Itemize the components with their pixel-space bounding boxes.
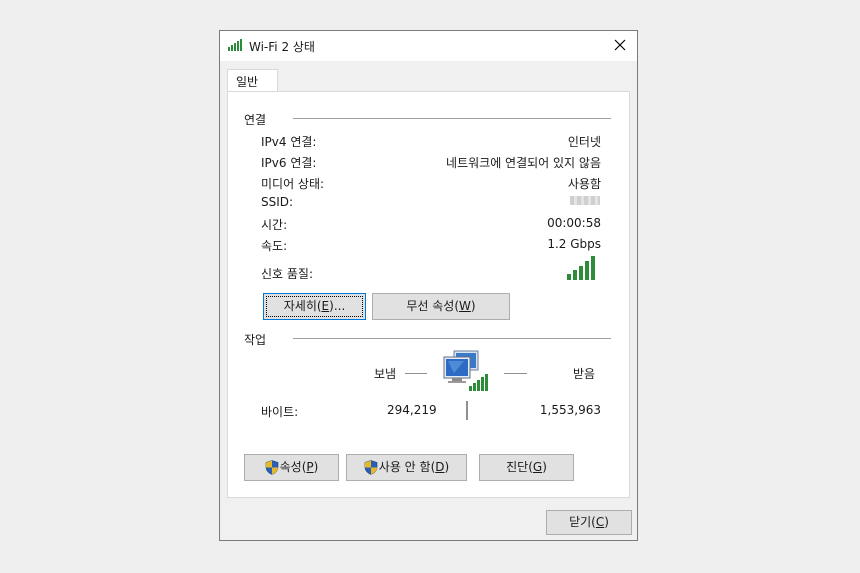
received-label: 받음 [573,367,596,381]
media-state-value: 사용함 [567,177,601,191]
connection-divider [293,118,611,119]
diagnose-button[interactable]: 진단(G) [479,454,574,481]
duration-value: 00:00:58 [547,216,601,230]
received-line [504,373,527,374]
bytes-divider [466,401,468,420]
ipv6-label: IPv6 연결: [261,156,317,170]
ipv4-label: IPv4 연결: [261,135,317,149]
disable-button[interactable]: 사용 안 함(D) [346,454,467,481]
bytes-received-value: 1,553,963 [539,403,601,417]
ipv4-value: 인터넷 [567,135,601,149]
speed-value: 1.2 Gbps [547,237,601,251]
signal-strength-icon [567,256,595,280]
tab-general-label: 일반 [236,75,259,89]
duration-label: 시간: [261,218,288,232]
close-window-button[interactable] [603,31,637,61]
tab-general[interactable]: 일반 [227,69,278,92]
properties-button[interactable]: 속성(P) [244,454,339,481]
bytes-label: 바이트: [261,405,299,419]
activity-divider [293,338,611,339]
window-title: Wi-Fi 2 상태 [249,40,315,54]
network-computers-icon [443,350,488,391]
ssid-label: SSID: [261,195,294,209]
wifi-status-dialog: Wi-Fi 2 상태 일반 연결 IPv4 연결: 인터넷 IPv6 연결: 네… [219,30,638,541]
ipv6-value: 네트워크에 연결되어 있지 않음 [446,156,601,170]
ssid-value-redacted [570,196,600,205]
close-button[interactable]: 닫기(C) [546,510,632,535]
connection-heading: 연결 [244,113,267,127]
details-button[interactable]: 자세히(E)... [263,293,366,320]
signal-quality-label: 신호 품질: [261,267,314,281]
bytes-sent-value: 294,219 [387,403,437,417]
general-panel: 연결 IPv4 연결: 인터넷 IPv6 연결: 네트워크에 연결되어 있지 않… [227,91,630,498]
uac-shield-icon [265,460,278,475]
wifi-signal-icon [228,39,242,51]
speed-label: 속도: [261,239,288,253]
title-bar[interactable]: Wi-Fi 2 상태 [220,31,637,61]
wireless-properties-button[interactable]: 무선 속성(W) [372,293,510,320]
activity-heading: 작업 [244,333,267,347]
sent-label: 보냄 [374,367,397,381]
media-state-label: 미디어 상태: [261,177,325,191]
sent-line [405,373,427,374]
close-icon [614,39,626,51]
uac-shield-icon [364,460,378,475]
